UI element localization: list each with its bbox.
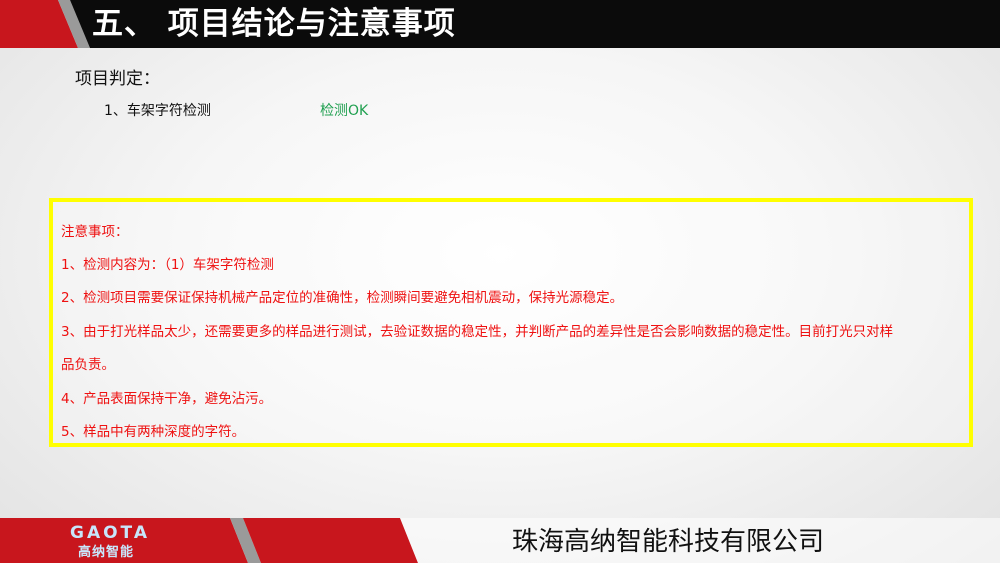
- company-name: 珠海高纳智能科技有限公司: [512, 527, 825, 557]
- company-logo-text: GAOTA: [70, 523, 150, 543]
- footer-red-block-right: [243, 518, 418, 563]
- verdict-heading: 项目判定：: [75, 69, 160, 89]
- note-line: 4、产品表面保持干净，避免沾污。: [61, 391, 273, 407]
- slide-footer: GAOTA 高纳智能 珠海高纳智能科技有限公司: [0, 518, 1000, 563]
- note-line: 2、检测项目需要保证保持机械产品定位的准确性，检测瞬间要避免相机震动，保持光源稳…: [61, 290, 624, 306]
- verdict-result: 检测OK: [320, 103, 369, 119]
- notes-heading: 注意事项：: [61, 224, 129, 240]
- note-line: 1、检测内容为：（1）车架字符检测: [61, 257, 274, 273]
- note-line: 3、由于打光样品太少，还需要更多的样品进行测试，去验证数据的稳定性，并判断产品的…: [61, 324, 894, 340]
- slide-header: 五、 项目结论与注意事项: [0, 0, 1000, 48]
- verdict-item: 1、车架字符检测: [104, 103, 211, 119]
- footer-banner: [0, 518, 1000, 563]
- notes-box: 注意事项： 1、检测内容为：（1）车架字符检测 2、检测项目需要保证保持机械产品…: [49, 198, 973, 447]
- note-line: 5、样品中有两种深度的字符。: [61, 424, 246, 440]
- company-logo-cn: 高纳智能: [78, 545, 135, 560]
- note-line: 品负责。: [61, 357, 115, 373]
- page-title: 五、 项目结论与注意事项: [92, 6, 456, 42]
